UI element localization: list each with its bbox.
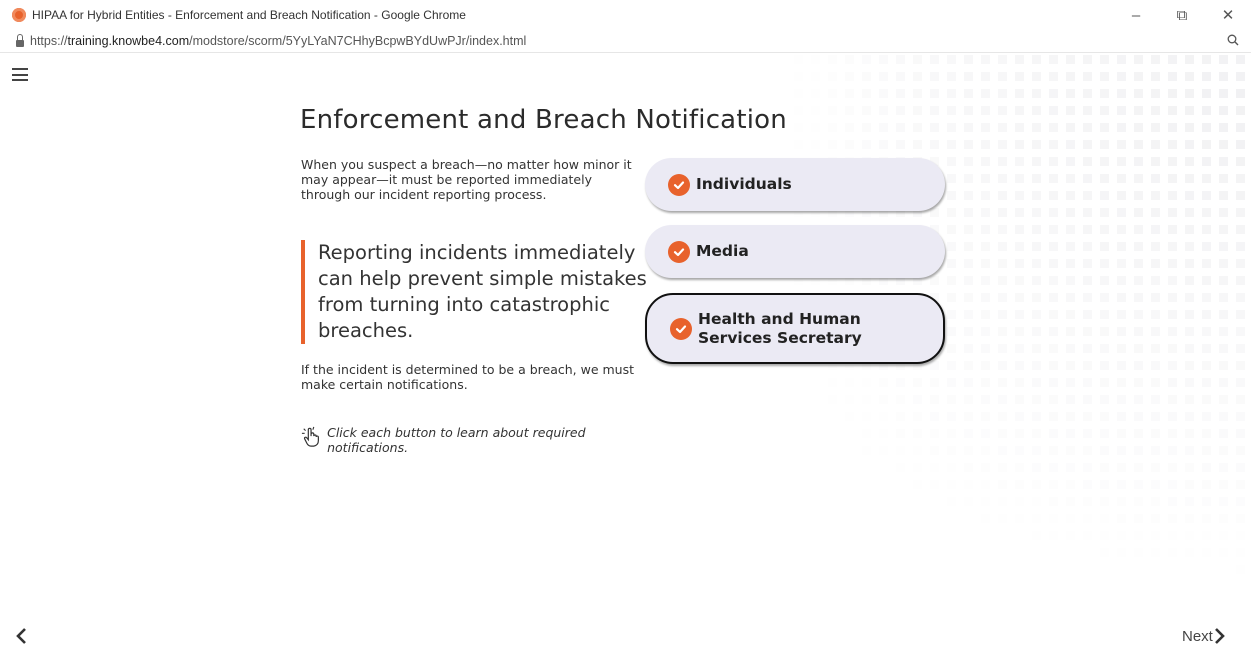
check-icon [668, 173, 690, 196]
hhs-secretary-label: Health and Human Services Secretary [698, 309, 862, 347]
lock-icon[interactable] [16, 33, 24, 47]
media-button[interactable]: Media [645, 225, 945, 278]
window-title: HIPAA for Hybrid Entities - Enforcement … [32, 8, 466, 22]
url-host: training.knowbe4.com [67, 34, 190, 48]
check-icon [668, 240, 690, 263]
check-icon [670, 317, 692, 340]
course-content: Enforcement and Breach Notification When… [0, 53, 1251, 668]
menu-icon[interactable] [12, 68, 28, 81]
previous-button[interactable] [10, 623, 32, 649]
media-label: Media [696, 242, 749, 260]
hhs-secretary-button[interactable]: Health and Human Services Secretary [645, 293, 945, 364]
individuals-label: Individuals [696, 175, 792, 193]
callout-quote: Reporting incidents immediately can help… [301, 240, 658, 344]
url-scheme: https:// [30, 34, 68, 48]
magnifier-icon[interactable] [1227, 33, 1239, 49]
address-bar[interactable]: https://training.knowbe4.com/modstore/sc… [0, 30, 1251, 53]
next-button[interactable]: Next [1182, 623, 1226, 649]
intro-text: When you suspect a breach—no matter how … [301, 157, 632, 202]
app-icon [12, 8, 26, 22]
close-button[interactable]: ✕ [1205, 0, 1251, 30]
url-path: /modstore/scorm/5YyLYaN7CHhyBcpwBYdUwPJr… [189, 34, 527, 48]
window-controls: – ⧉ ✕ [1113, 0, 1251, 30]
minimize-button[interactable]: – [1113, 0, 1159, 30]
individuals-button[interactable]: Individuals [645, 158, 945, 211]
instruction-hint: Click each button to learn about require… [301, 425, 641, 455]
breach-text: If the incident is determined to be a br… [301, 362, 635, 392]
window-titlebar: HIPAA for Hybrid Entities - Enforcement … [0, 0, 1251, 30]
url-text[interactable]: https://training.knowbe4.com/modstore/sc… [30, 34, 526, 48]
background-pattern [794, 55, 1245, 557]
restore-button[interactable]: ⧉ [1159, 0, 1205, 30]
next-label: Next [1182, 627, 1213, 645]
chevron-left-icon [16, 628, 26, 644]
hint-text: Click each button to learn about require… [327, 425, 586, 455]
slide-title: Enforcement and Breach Notification [300, 105, 787, 135]
chevron-right-icon [1214, 628, 1225, 644]
pointer-hand-icon [301, 426, 319, 447]
